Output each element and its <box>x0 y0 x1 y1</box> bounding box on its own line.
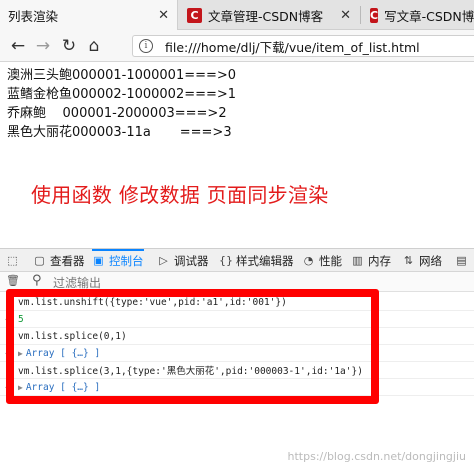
expand-triangle-icon[interactable]: ▶ <box>18 383 23 392</box>
network-icon: ⇅ <box>403 254 414 267</box>
devtools-toolbar: ⬚ ▢ 查看器 ▣ 控制台 ▷ 调试器 {} 样式编辑器 ◔ 性能 ▥ 内存 ⇅… <box>0 248 474 272</box>
prompt-icon: » <box>5 330 11 342</box>
tab-title: 文章管理-CSDN博客 <box>208 8 324 24</box>
url-text[interactable]: file:///home/dlj/下载/vue/item_of_list.htm… <box>165 37 420 56</box>
console-filter-bar: 🗑 ⚲ 过滤输出 <box>0 272 474 292</box>
navigation-bar: ← → ↻ ⌂ i file:///home/dlj/下载/vue/item_o… <box>0 30 474 62</box>
filter-icon[interactable]: ⚲ <box>32 273 42 288</box>
tab-strip: 列表渲染 ✕ C 文章管理-CSDN博客 ✕ C 写文章-CSDN博客 <box>0 0 474 30</box>
tab-console[interactable]: ▣ 控制台 <box>92 249 144 272</box>
console-output: » vm.list.unshift({type:'vue',pid:'a1',i… <box>0 292 474 471</box>
console-result-line[interactable]: ← ▶ Array [ {…} ] <box>0 345 474 362</box>
list-item: 澳洲三头鲍000001-1000001===>0 <box>7 68 237 83</box>
prompt-icon: » <box>5 296 11 308</box>
page-info-icon[interactable]: i <box>139 39 153 53</box>
address-bar[interactable]: i file:///home/dlj/下载/vue/item_of_list.h… <box>132 35 474 57</box>
debugger-icon: ▷ <box>159 254 168 267</box>
return-arrow-icon: ← <box>5 347 11 359</box>
return-arrow-icon: ← <box>5 313 11 325</box>
tab-debugger[interactable]: ▷ 调试器 <box>157 249 208 272</box>
tab-list-render[interactable]: 列表渲染 ✕ <box>0 0 178 30</box>
element-picker-icon[interactable]: ⬚ <box>6 249 23 272</box>
console-input-line[interactable]: » vm.list.unshift({type:'vue',pid:'a1',i… <box>0 294 474 311</box>
list-item: 蓝鳍金枪鱼000002-1000002===>1 <box>7 87 237 102</box>
close-icon[interactable]: ✕ <box>158 8 169 23</box>
csdn-favicon-icon: C <box>187 7 202 23</box>
tab-network[interactable]: ⇅ 网络 <box>402 249 442 272</box>
console-input-line[interactable]: » vm.list.splice(0,1) <box>0 328 474 345</box>
tab-separator <box>360 6 361 24</box>
storage-icon: ▤ <box>456 254 467 267</box>
console-result-line: ← 5 <box>0 311 474 328</box>
console-result-line[interactable]: ← ▶ Array [ {…} ] <box>0 379 474 396</box>
csdn-favicon-icon: C <box>370 7 379 23</box>
close-icon[interactable]: ✕ <box>340 8 351 23</box>
home-icon[interactable]: ⌂ <box>84 36 104 56</box>
forward-icon[interactable]: → <box>33 36 53 56</box>
tab-inspector[interactable]: ▢ 查看器 <box>33 249 84 272</box>
expand-triangle-icon[interactable]: ▶ <box>18 349 23 358</box>
memory-icon: ▥ <box>352 254 363 267</box>
console-icon: ▣ <box>93 254 104 267</box>
tab-performance[interactable]: ◔ 性能 <box>302 249 342 272</box>
tab-memory[interactable]: ▥ 内存 <box>351 249 391 272</box>
item-list: 澳洲三头鲍000001-1000001===>0 蓝鳍金枪鱼000002-100… <box>7 66 236 142</box>
annotation-headline: 使用函数 修改数据 页面同步渲染 <box>31 183 329 207</box>
prompt-icon: » <box>5 364 11 376</box>
console-input-line[interactable]: » vm.list.splice(3,1,{type:'黑色大丽花',pid:'… <box>0 362 474 379</box>
tab-style-editor[interactable]: {} 样式编辑器 <box>219 249 294 272</box>
filter-input[interactable]: 过滤输出 <box>53 274 101 291</box>
tab-write-article[interactable]: C 写文章-CSDN博客 <box>362 0 474 30</box>
tab-storage[interactable]: ▤ <box>455 249 472 272</box>
list-item: 黑色大丽花000003-11a ===>3 <box>7 125 232 140</box>
tab-article-manage[interactable]: C 文章管理-CSDN博客 ✕ <box>179 0 359 30</box>
back-icon[interactable]: ← <box>8 36 28 56</box>
performance-icon: ◔ <box>303 254 314 267</box>
trash-icon[interactable]: 🗑 <box>6 274 20 287</box>
style-editor-icon: {} <box>219 254 233 267</box>
tab-title: 写文章-CSDN博客 <box>384 8 474 24</box>
inspector-icon: ▢ <box>34 254 45 267</box>
tab-title: 列表渲染 <box>8 8 59 24</box>
list-item: 乔麻鲍 000001-2000003===>2 <box>7 106 227 121</box>
reload-icon[interactable]: ↻ <box>59 36 79 56</box>
return-arrow-icon: ← <box>5 381 11 393</box>
watermark: https://blog.csdn.net/dongjingjiu <box>287 450 466 463</box>
